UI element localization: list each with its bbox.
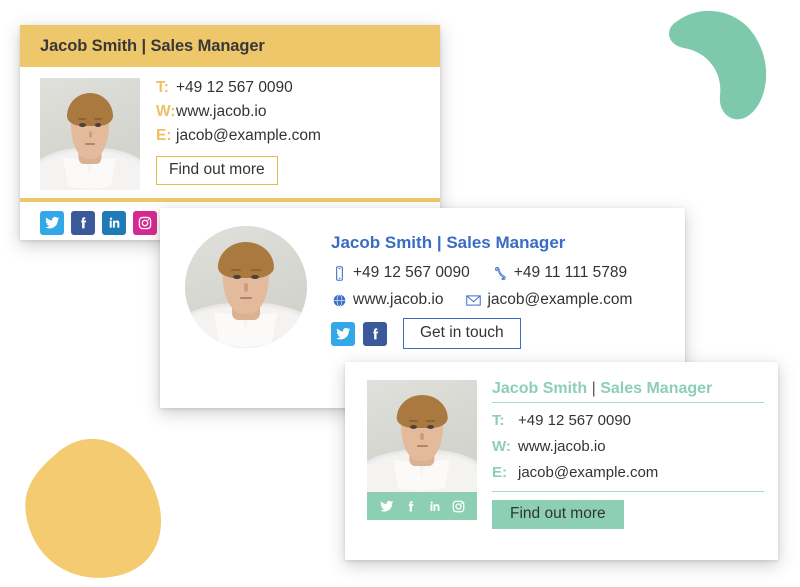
- contact-item-website[interactable]: www.jacob.io: [331, 291, 443, 309]
- facebook-icon[interactable]: [71, 211, 95, 235]
- twitter-icon[interactable]: [331, 321, 355, 346]
- yellow-pebble-blob: [25, 438, 162, 578]
- card-green-left-column: [367, 380, 477, 529]
- email-value[interactable]: jacob@example.com: [176, 127, 321, 145]
- email-label: E:: [492, 464, 507, 481]
- avatar-photo: [40, 78, 140, 190]
- avatar-photo: [185, 226, 307, 348]
- get-in-touch-button[interactable]: Get in touch: [403, 318, 521, 349]
- website-value[interactable]: www.jacob.io: [518, 438, 606, 455]
- person-role: Sales Manager: [600, 380, 713, 397]
- contact-row-email: E: jacob@example.com: [492, 464, 764, 481]
- email-label: E:: [156, 126, 172, 144]
- contact-row-website: W: www.jacob.io: [492, 438, 764, 455]
- twitter-icon[interactable]: [379, 499, 394, 514]
- phone-value[interactable]: +49 12 567 0090: [176, 79, 293, 97]
- linkedin-icon[interactable]: [427, 499, 442, 514]
- find-out-more-button[interactable]: Find out more: [492, 500, 624, 529]
- card-blue-web-line: www.jacob.io jacob@example.com: [331, 291, 632, 309]
- globe-icon: [333, 293, 346, 307]
- contact-item-phone[interactable]: +49 12 567 0090: [331, 264, 470, 282]
- card-green-divider: [492, 491, 764, 492]
- contact-row-website: W: www.jacob.io: [156, 103, 321, 121]
- card-green-body: Jacob Smith | Sales Manager T: +49 12 56…: [345, 362, 778, 529]
- phone-label: T:: [492, 412, 505, 429]
- linkedin-icon[interactable]: [102, 211, 126, 235]
- card-green-right-column: Jacob Smith | Sales Manager T: +49 12 56…: [477, 380, 778, 529]
- card-blue-phone-line: +49 12 567 0090 +49 11 111 5789: [331, 264, 632, 282]
- card-blue-body: Jacob Smith | Sales Manager +49 12 567 0…: [160, 208, 685, 349]
- avatar-photo: [367, 380, 477, 492]
- card-yellow-header: Jacob Smith | Sales Manager: [20, 25, 440, 67]
- person-name: Jacob Smith: [331, 233, 433, 252]
- card-yellow-title: Jacob Smith | Sales Manager: [40, 36, 265, 55]
- contact-row-email: E: jacob@example.com: [156, 127, 321, 145]
- signature-card-green[interactable]: Jacob Smith | Sales Manager T: +49 12 56…: [345, 362, 778, 560]
- phone-value: +49 12 567 0090: [353, 264, 470, 281]
- find-out-more-button[interactable]: Find out more: [156, 156, 278, 186]
- card-yellow-body: T: +49 12 567 0090 W: www.jacob.io E: ja…: [20, 67, 440, 198]
- title-separator: |: [591, 380, 596, 397]
- card-blue-actions: Get in touch: [331, 318, 632, 349]
- facebook-icon[interactable]: [363, 321, 387, 346]
- mobile-value: +49 11 111 5789: [513, 264, 628, 281]
- card-blue-title: Jacob Smith | Sales Manager: [331, 233, 632, 253]
- contact-item-email[interactable]: jacob@example.com: [465, 291, 632, 309]
- signature-templates-stage: Jacob Smith | Sales Manager T: +49 12 56…: [0, 0, 800, 587]
- card-blue-info: Jacob Smith | Sales Manager +49 12 567 0…: [307, 226, 632, 349]
- email-value: jacob@example.com: [487, 291, 633, 308]
- person-role: Sales Manager: [446, 233, 566, 252]
- card-green-social-bar: [367, 492, 477, 520]
- email-value[interactable]: jacob@example.com: [518, 464, 658, 481]
- envelope-icon: [466, 294, 482, 306]
- instagram-icon[interactable]: [451, 499, 466, 514]
- phone-value[interactable]: +49 12 567 0090: [518, 412, 631, 429]
- instagram-icon[interactable]: [133, 211, 157, 235]
- facebook-icon[interactable]: [403, 499, 418, 514]
- website-value[interactable]: www.jacob.io: [176, 103, 266, 121]
- phone-label: T:: [156, 79, 169, 96]
- card-yellow-contact-list: T: +49 12 567 0090 W: www.jacob.io E: ja…: [140, 78, 321, 198]
- green-crescent-blob: [669, 10, 767, 120]
- website-value: www.jacob.io: [353, 291, 444, 308]
- website-label: W:: [492, 438, 511, 455]
- mobile-phone-icon: [336, 265, 343, 281]
- telephone-handset-icon: [494, 266, 506, 280]
- person-name: Jacob Smith: [492, 380, 588, 397]
- twitter-icon[interactable]: [40, 211, 64, 235]
- contact-row-phone: T: +49 12 567 0090: [492, 412, 764, 429]
- card-green-title: Jacob Smith | Sales Manager: [492, 380, 764, 403]
- contact-item-mobile[interactable]: +49 11 111 5789: [492, 264, 627, 282]
- website-label: W:: [156, 102, 176, 120]
- contact-row-phone: T: +49 12 567 0090: [156, 79, 321, 97]
- title-separator: |: [436, 233, 442, 252]
